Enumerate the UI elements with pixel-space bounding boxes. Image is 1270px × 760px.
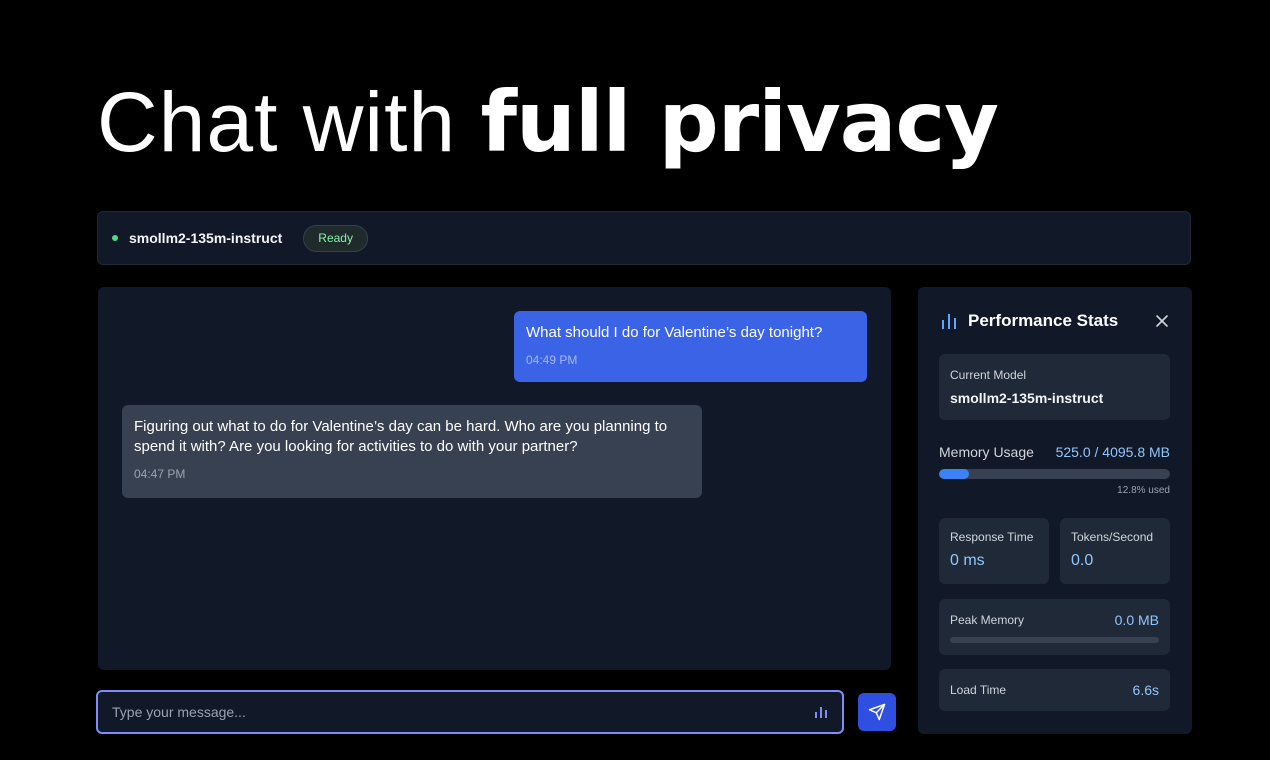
peak-memory-row: Peak Memory 0.0 MB — [950, 612, 1159, 628]
online-status-dot — [112, 235, 118, 241]
model-status-bar: smollm2-135m-instruct Ready — [97, 211, 1191, 265]
memory-usage-value: 525.0 / 4095.8 MB — [1055, 444, 1170, 460]
tokens-per-second-value: 0.0 — [1071, 552, 1094, 569]
performance-stats-panel: Performance Stats Current Model smollm2-… — [918, 287, 1192, 734]
hero-heading-bold: full privacy — [480, 73, 1000, 171]
peak-memory-bar — [950, 637, 1159, 643]
bar-chart-icon — [942, 314, 956, 329]
memory-usage-row: Memory Usage 525.0 / 4095.8 MB — [939, 444, 1170, 460]
send-button[interactable] — [858, 693, 896, 731]
assistant-message: Figuring out what to do for Valentine’s … — [122, 405, 702, 498]
hero-heading-light: Chat with — [97, 75, 481, 169]
stats-header: Performance Stats — [940, 311, 1118, 331]
response-time-value: 0 ms — [950, 552, 985, 569]
response-time-label: Response Time — [950, 530, 1034, 544]
memory-usage-bar — [939, 469, 1170, 479]
send-icon — [868, 703, 886, 721]
memory-usage-percent: 12.8% used — [1117, 485, 1170, 496]
close-icon — [1156, 315, 1168, 327]
load-time-value: 6.6s — [1132, 682, 1159, 698]
load-time-card: Load Time 6.6s — [939, 669, 1170, 711]
peak-memory-label: Peak Memory — [950, 613, 1025, 627]
chat-panel[interactable]: What should I do for Valentine’s day ton… — [98, 287, 891, 670]
close-stats-button[interactable] — [1154, 313, 1170, 329]
model-name: smollm2-135m-instruct — [129, 230, 283, 246]
peak-memory-card: Peak Memory 0.0 MB — [939, 599, 1170, 655]
memory-usage-label: Memory Usage — [939, 444, 1034, 460]
current-model-label: Current Model — [950, 368, 1027, 382]
memory-usage-bar-fill — [939, 469, 969, 479]
message-text: Figuring out what to do for Valentine’s … — [134, 418, 668, 455]
message-input[interactable] — [112, 704, 814, 720]
user-message: What should I do for Valentine’s day ton… — [514, 311, 867, 382]
stats-title: Performance Stats — [968, 311, 1119, 330]
peak-memory-value: 0.0 MB — [1114, 612, 1159, 628]
current-model-card: Current Model smollm2-135m-instruct — [939, 354, 1170, 420]
status-badge: Ready — [303, 224, 368, 252]
message-input-container — [96, 690, 844, 734]
hero-heading: Chat with full privacy — [97, 72, 1000, 172]
message-text: What should I do for Valentine’s day ton… — [526, 324, 823, 341]
tokens-per-second-label: Tokens/Second — [1071, 530, 1154, 544]
message-timestamp: 04:49 PM — [526, 353, 578, 367]
voice-input-icon[interactable] — [814, 705, 828, 719]
load-time-label: Load Time — [950, 683, 1007, 697]
current-model-value: smollm2-135m-instruct — [950, 390, 1104, 406]
tokens-per-second-card: Tokens/Second 0.0 — [1060, 518, 1170, 584]
response-time-card: Response Time 0 ms — [939, 518, 1049, 584]
message-timestamp: 04:47 PM — [134, 467, 186, 481]
